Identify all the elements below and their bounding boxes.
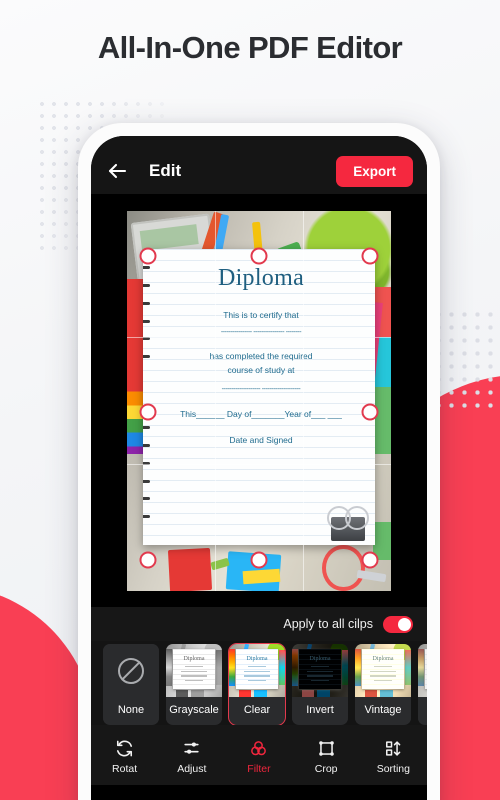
- toolbar-item-sorting[interactable]: Sorting: [364, 739, 422, 775]
- decor-dot-pattern-right: [432, 308, 500, 408]
- toolbar-item-adjust[interactable]: Adjust: [163, 739, 221, 775]
- filter-label: Invert: [292, 697, 348, 723]
- poster-stage: All-In-One PDF Editor Edit Export Diplom…: [0, 0, 500, 800]
- sorting-icon: [384, 739, 403, 758]
- toggle-knob: [398, 617, 411, 631]
- toolbar-item-label: Crop: [314, 763, 338, 775]
- crop-frame-icon: [317, 739, 336, 758]
- filter-circles-icon: [249, 739, 268, 758]
- thumb-paper: Diploma: [298, 649, 342, 689]
- page-title: All-In-One PDF Editor: [97, 30, 403, 65]
- filter-thumbnail: Diploma: [418, 644, 427, 697]
- diploma-line-course: course of study at: [227, 365, 295, 376]
- handle-mid-left[interactable]: [139, 403, 157, 421]
- arrow-left-icon[interactable]: [105, 159, 129, 183]
- filter-label: Cine: [418, 697, 427, 723]
- handle-top-left[interactable]: [139, 247, 157, 265]
- filter-thumbnail: [103, 644, 159, 697]
- sliders-icon: [182, 739, 201, 758]
- toolbar-item-rotat[interactable]: Rotat: [96, 739, 154, 775]
- toolbar-item-filter[interactable]: Filter: [230, 739, 288, 775]
- screen-title: Edit: [149, 161, 182, 180]
- handle-bottom-left[interactable]: [139, 551, 157, 569]
- diploma-line-certify: This is to certify that: [223, 309, 299, 320]
- filter-label: None: [103, 697, 159, 723]
- handle-mid-right[interactable]: [361, 403, 379, 421]
- binder-clip-icon: [327, 505, 370, 541]
- editor-canvas: Diploma This is to certify that --------…: [91, 194, 427, 607]
- filter-item-grayscale[interactable]: Diploma Grayscale: [166, 644, 222, 725]
- phone-mockup: Edit Export Diploma This is to certify t…: [78, 123, 440, 800]
- export-button[interactable]: Export: [336, 155, 413, 187]
- diploma-line-signed: Date and Signed: [229, 435, 293, 445]
- filter-thumbnail: Diploma: [166, 644, 222, 697]
- filter-thumbnail: Diploma: [355, 644, 411, 697]
- filter-label: Grayscale: [166, 697, 222, 723]
- diploma-line-completed: has completed the required: [209, 350, 313, 361]
- filter-strip[interactable]: None Diploma Grayscale Diploma Clear Diploma I…: [91, 641, 427, 725]
- handle-top-center[interactable]: [250, 247, 268, 265]
- diploma-dashes-top: ---------------- ---------------- ------…: [220, 328, 302, 336]
- apply-to-all-label: Apply to all cilps: [283, 617, 373, 631]
- thumb-paper: Diploma: [172, 649, 216, 689]
- filter-thumbnail: Diploma: [229, 644, 285, 697]
- toolbar-item-label: Rotat: [112, 763, 138, 775]
- toolbar-item-crop[interactable]: Crop: [297, 739, 355, 775]
- filter-item-vintage[interactable]: Diploma Vintage: [355, 644, 411, 725]
- filter-label: Clear: [229, 697, 285, 723]
- no-filter-icon: [118, 657, 144, 684]
- thumb-paper: Diploma: [361, 649, 405, 689]
- handle-bottom-center[interactable]: [250, 551, 268, 569]
- rotate-icon: [115, 739, 134, 758]
- thumb-paper: Diploma: [235, 649, 279, 689]
- app-top-bar: Edit Export: [91, 136, 427, 194]
- diploma-paper: Diploma This is to certify that --------…: [142, 248, 376, 545]
- toolbar-item-label: Filter: [247, 763, 271, 775]
- filter-label: Vintage: [355, 697, 411, 723]
- diploma-title: Diploma: [217, 264, 305, 291]
- document-preview[interactable]: Diploma This is to certify that --------…: [127, 210, 391, 591]
- filter-item-clear[interactable]: Diploma Clear: [228, 643, 286, 725]
- apply-to-all-row: Apply to all cilps: [91, 607, 427, 641]
- filter-item-invert[interactable]: Diploma Invert: [292, 644, 348, 725]
- filter-item-none[interactable]: None: [103, 644, 159, 725]
- diploma-dashes-bottom: -------------------- -------------------…: [221, 386, 301, 393]
- apply-to-all-toggle[interactable]: [383, 615, 413, 633]
- toolbar-item-label: Adjust: [177, 763, 207, 775]
- diploma-line-date: This______ Day of_______Year of___ ___: [180, 409, 342, 419]
- bottom-toolbar[interactable]: Rotat Adjust Filter Crop Sorting: [91, 725, 427, 785]
- phone-screen: Edit Export Diploma This is to certify t…: [91, 136, 427, 800]
- handle-top-right[interactable]: [361, 247, 379, 265]
- toolbar-item-label: Sorting: [376, 763, 410, 775]
- thumb-paper: Diploma: [424, 649, 427, 689]
- filter-item-cine[interactable]: Diploma Cine: [418, 644, 427, 725]
- filter-thumbnail: Diploma: [292, 644, 348, 697]
- handle-bottom-right[interactable]: [361, 551, 379, 569]
